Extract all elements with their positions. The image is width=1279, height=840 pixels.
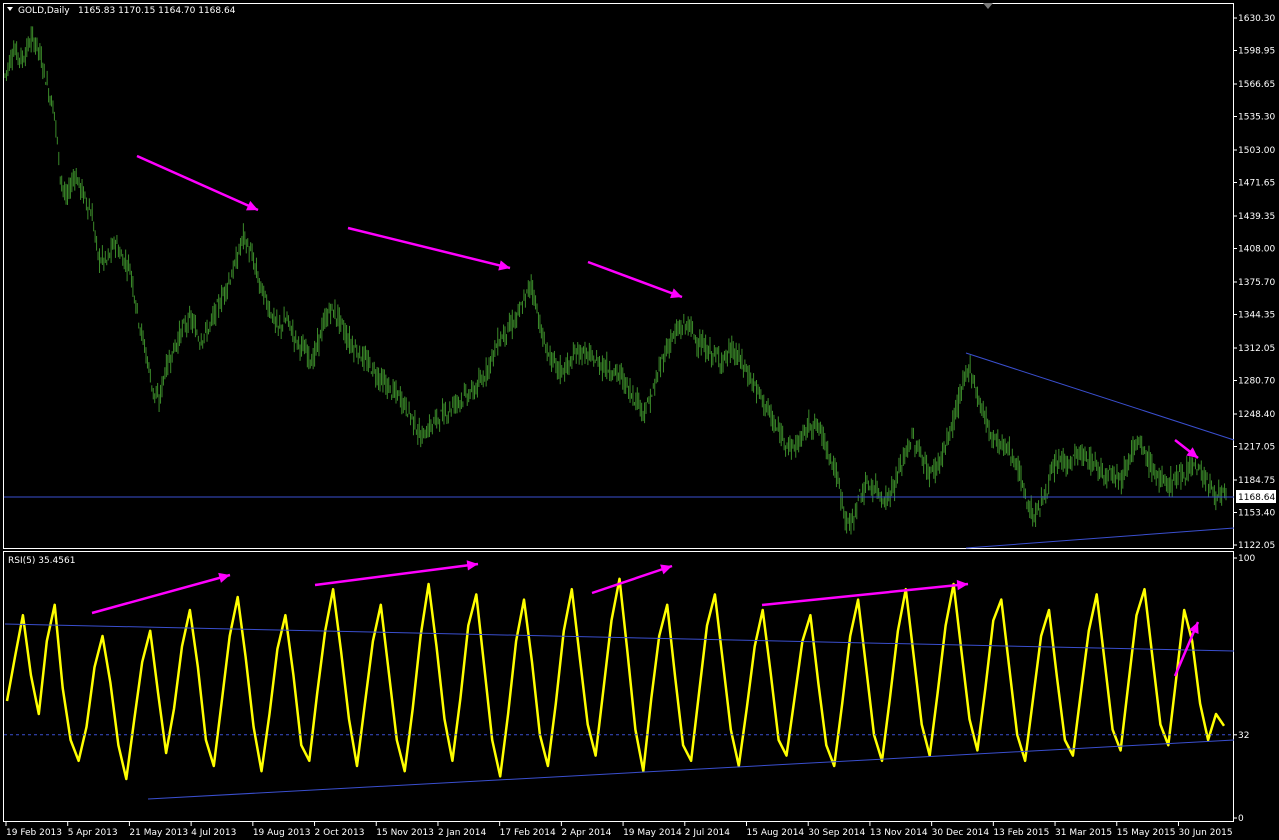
price-axis-label: 1312.05 xyxy=(1238,344,1275,354)
price-axis-label: 1503.00 xyxy=(1238,146,1275,156)
date-axis-label: 4 Jul 2013 xyxy=(191,828,236,838)
price-axis-label: 1344.35 xyxy=(1238,310,1275,320)
price-axis-label: 1535.30 xyxy=(1238,113,1275,123)
date-axis-label: 31 Mar 2015 xyxy=(1055,828,1112,838)
date-axis-label: 15 Aug 2014 xyxy=(747,828,805,838)
price-axis-label: 1217.05 xyxy=(1238,442,1275,452)
date-axis-label: 13 Nov 2014 xyxy=(870,828,928,838)
price-axis-label: 1630.30 xyxy=(1238,14,1275,24)
price-axis-label: 1375.70 xyxy=(1238,278,1275,288)
rsi-label: RSI(5) 35.4561 xyxy=(8,556,75,566)
price-axis-label: 1122.05 xyxy=(1238,541,1275,551)
date-axis-label: 19 May 2014 xyxy=(623,828,682,838)
chart-background xyxy=(0,0,1279,840)
symbol-label: GOLD,Daily xyxy=(18,6,70,16)
ohlc-values: 1165.83 1170.15 1164.70 1168.64 xyxy=(78,6,236,16)
date-axis-label: 30 Dec 2014 xyxy=(932,828,990,838)
date-axis-label: 2 Apr 2014 xyxy=(561,828,611,838)
price-axis-label: 1598.95 xyxy=(1238,47,1275,57)
date-axis-label: 19 Feb 2013 xyxy=(6,828,62,838)
price-axis-label: 1439.35 xyxy=(1238,212,1275,222)
price-axis-label: 1471.65 xyxy=(1238,179,1275,189)
price-axis-label: 1408.00 xyxy=(1238,245,1275,255)
trading-chart[interactable]: GOLD,Daily 1165.83 1170.15 1164.70 1168.… xyxy=(0,0,1279,840)
date-axis-label: 21 May 2013 xyxy=(129,828,188,838)
rsi-axis-label: 0 xyxy=(1238,814,1244,824)
price-axis-label: 1280.70 xyxy=(1238,376,1275,386)
date-axis-label: 2 Jul 2014 xyxy=(685,828,730,838)
date-axis-label: 30 Jun 2015 xyxy=(1178,828,1232,838)
date-axis-label: 15 Nov 2013 xyxy=(376,828,434,838)
price-axis-label: 1248.40 xyxy=(1238,410,1275,420)
price-axis-label: 1153.40 xyxy=(1238,508,1275,518)
current-price-tag-text: 1168.64 xyxy=(1238,493,1275,503)
date-axis-label: 19 Aug 2013 xyxy=(253,828,311,838)
date-axis-label: 30 Sep 2014 xyxy=(808,828,865,838)
rsi-axis-label: 100 xyxy=(1238,554,1255,564)
date-axis-label: 15 May 2015 xyxy=(1117,828,1176,838)
date-axis-label: 13 Feb 2015 xyxy=(993,828,1049,838)
price-axis-label: 1184.75 xyxy=(1238,476,1275,486)
date-axis-label: 17 Feb 2014 xyxy=(500,828,556,838)
date-axis-label: 2 Oct 2013 xyxy=(315,828,365,838)
rsi-axis-label: 32 xyxy=(1238,731,1249,741)
price-axis-label: 1566.65 xyxy=(1238,80,1275,90)
date-axis-label: 5 Apr 2013 xyxy=(68,828,118,838)
date-axis-label: 2 Jan 2014 xyxy=(438,828,486,838)
